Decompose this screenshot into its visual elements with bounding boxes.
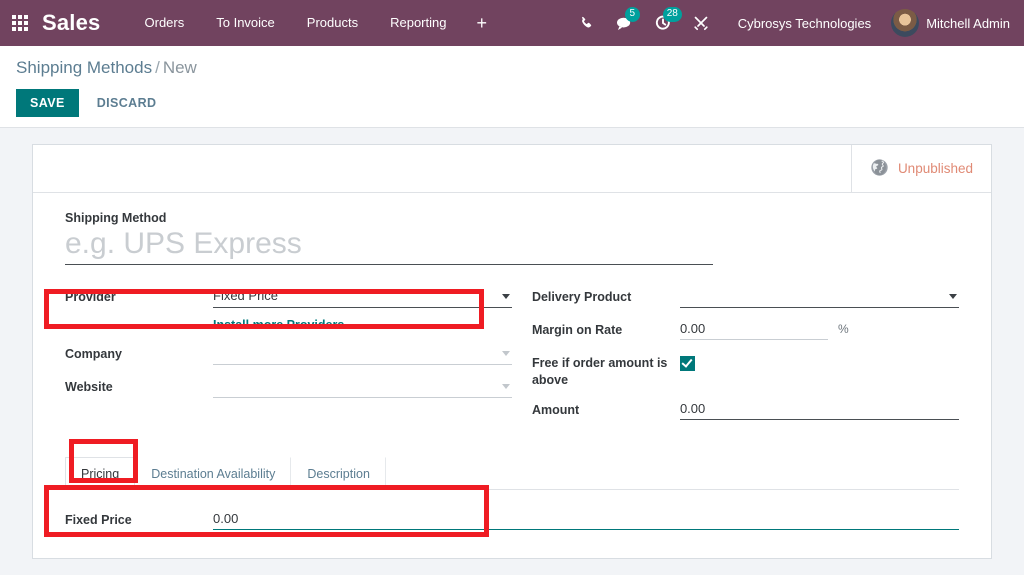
- breadcrumb: Shipping Methods / New: [16, 58, 1008, 78]
- field-delivery-product: Delivery Product: [532, 285, 959, 309]
- top-navbar: Sales Orders To Invoice Products Reporti…: [0, 0, 1024, 46]
- nav-menu-reporting[interactable]: Reporting: [374, 0, 462, 46]
- install-more-providers-link[interactable]: Install more Providers: [213, 318, 344, 332]
- record-action-buttons: SAVE DISCARD: [16, 89, 1008, 117]
- margin-on-rate-label: Margin on Rate: [531, 323, 623, 337]
- shipping-method-input[interactable]: [65, 227, 713, 265]
- field-provider: Provider Fixed Price: [65, 285, 512, 309]
- notebook-tabs: Pricing Destination Availability Descrip…: [65, 456, 959, 490]
- provider-value: Fixed Price: [213, 288, 279, 303]
- breadcrumb-separator: /: [155, 58, 160, 77]
- field-free-if-above: Free if order amount is above: [532, 351, 959, 389]
- publish-status-label: Unpublished: [897, 161, 973, 176]
- activity-clock-icon[interactable]: 28: [644, 0, 682, 46]
- delivery-product-label: Delivery Product: [531, 290, 632, 304]
- chat-bubble-icon[interactable]: 5: [606, 0, 644, 46]
- chat-badge-count: 5: [624, 7, 640, 22]
- form-statusbar: Unpublished: [33, 145, 991, 193]
- control-panel: Shipping Methods / New SAVE DISCARD: [0, 46, 1024, 128]
- chevron-down-icon: [501, 384, 510, 389]
- nav-menu-to-invoice[interactable]: To Invoice: [200, 0, 291, 46]
- delivery-product-select[interactable]: [679, 285, 959, 308]
- install-providers-row: Install more Providers: [65, 318, 512, 332]
- nav-menu-orders[interactable]: Orders: [129, 0, 201, 46]
- amount-label: Amount: [531, 402, 580, 417]
- chevron-down-icon: [501, 294, 510, 299]
- field-fixed-price: Fixed Price: [65, 507, 959, 532]
- company-select[interactable]: [213, 342, 512, 365]
- app-brand-sales[interactable]: Sales: [42, 10, 101, 36]
- company-switcher[interactable]: Cybrosys Technologies: [720, 16, 885, 31]
- website-label: Website: [65, 380, 113, 394]
- form-field-group: Provider Fixed Price Install more Provid…: [65, 285, 959, 431]
- activity-badge-count: 28: [662, 7, 682, 22]
- user-name-label: Mitchell Admin: [926, 15, 1010, 31]
- apps-grid-icon[interactable]: [12, 15, 28, 31]
- field-company: Company: [65, 342, 512, 366]
- free-if-above-checkbox[interactable]: [679, 356, 695, 371]
- field-margin-on-rate: Margin on Rate %: [532, 318, 959, 342]
- margin-on-rate-input[interactable]: [679, 318, 828, 340]
- publish-toggle-button[interactable]: Unpublished: [850, 145, 991, 192]
- tab-page-pricing: Fixed Price: [65, 490, 959, 532]
- form-body: Shipping Method Provider Fixed Price: [33, 193, 991, 558]
- provider-label: Provider: [65, 290, 116, 304]
- user-menu[interactable]: Mitchell Admin: [885, 9, 1010, 37]
- breadcrumb-root[interactable]: Shipping Methods: [16, 58, 152, 77]
- shipping-method-label: Shipping Method: [65, 211, 167, 225]
- notebook: Pricing Destination Availability Descrip…: [65, 456, 959, 532]
- form-sheet: Unpublished Shipping Method Provider Fix…: [32, 144, 992, 559]
- website-select[interactable]: [213, 375, 512, 398]
- tools-wrench-icon[interactable]: [682, 0, 720, 46]
- field-amount: Amount: [531, 397, 959, 422]
- field-website: Website: [65, 375, 512, 399]
- user-avatar: [891, 9, 920, 37]
- tab-pricing[interactable]: Pricing: [65, 456, 136, 490]
- nav-menu-products[interactable]: Products: [291, 0, 374, 46]
- amount-input[interactable]: [679, 397, 959, 420]
- phone-icon[interactable]: [568, 0, 606, 46]
- discard-button[interactable]: DISCARD: [85, 89, 169, 117]
- chevron-down-icon: [949, 294, 957, 299]
- free-if-above-label: Free if order amount is above: [531, 356, 668, 387]
- nav-add-button[interactable]: +: [462, 0, 501, 46]
- fixed-price-label: Fixed Price: [65, 512, 132, 527]
- tab-destination-availability[interactable]: Destination Availability: [135, 456, 292, 490]
- globe-icon: [870, 158, 889, 180]
- breadcrumb-current: New: [162, 58, 197, 77]
- form-column-left: Provider Fixed Price Install more Provid…: [65, 285, 512, 431]
- form-view-container: Unpublished Shipping Method Provider Fix…: [0, 128, 1024, 559]
- systray: 5 28 Cybrosys Technologies Mitchell Admi…: [568, 0, 1010, 46]
- company-label: Company: [65, 347, 122, 361]
- provider-select[interactable]: Fixed Price: [213, 285, 512, 308]
- form-column-right: Delivery Product Margin on Rate 0.00 % F…: [512, 285, 959, 431]
- fixed-price-input[interactable]: [213, 507, 959, 530]
- tab-description[interactable]: Description: [291, 456, 386, 490]
- save-button[interactable]: SAVE: [16, 89, 79, 117]
- percent-suffix: %: [837, 322, 849, 336]
- chevron-down-icon: [501, 351, 510, 356]
